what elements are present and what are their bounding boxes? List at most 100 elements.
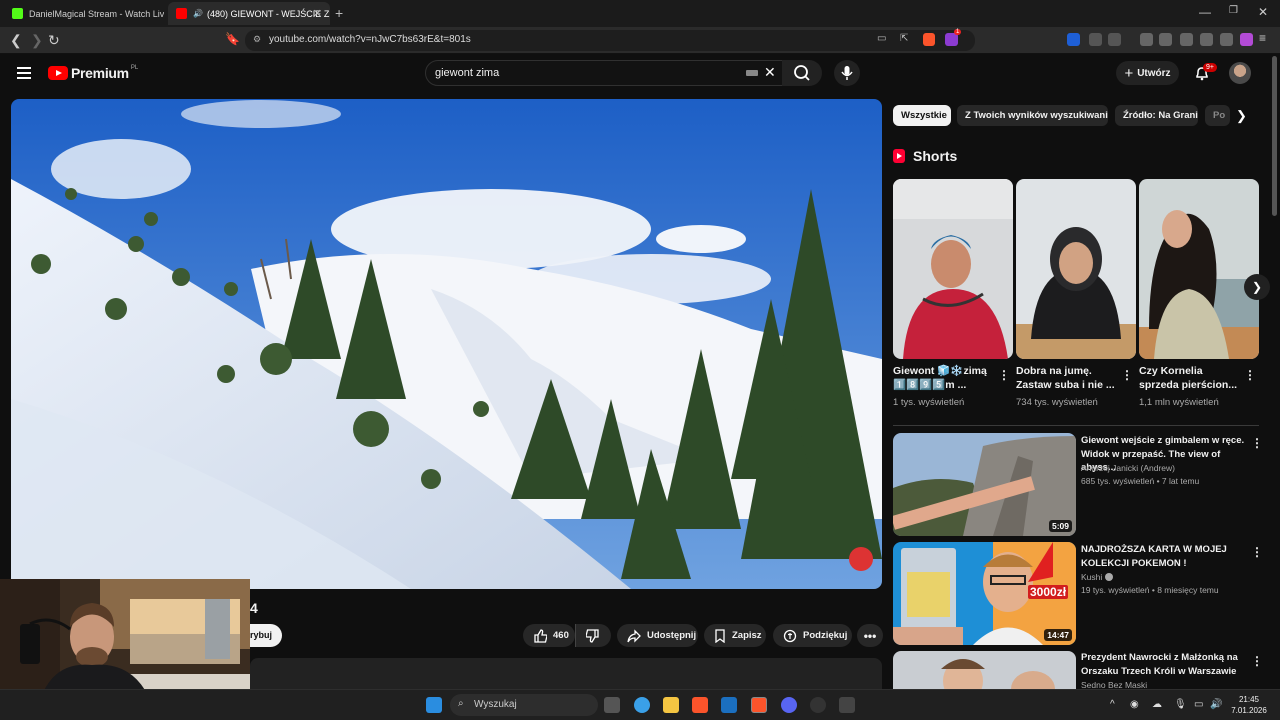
close-tab-icon[interactable]: ✕ (313, 7, 322, 20)
notification-badge: 9+ (1203, 63, 1217, 72)
rec-thumbnail[interactable] (893, 651, 1076, 689)
music-icon[interactable] (1140, 33, 1153, 46)
vpn-icon[interactable] (1220, 33, 1233, 46)
short-title[interactable]: Giewont 🧊❄️zimą 1️⃣8️⃣9️⃣5️⃣m ... (893, 364, 993, 392)
leo-ai-icon[interactable] (1200, 33, 1213, 46)
more-vert-icon[interactable]: ⋮ (1251, 654, 1263, 668)
dislike-button[interactable] (575, 624, 611, 647)
more-vert-icon[interactable]: ⋮ (998, 368, 1010, 382)
volume-icon[interactable]: 🔊 (1210, 699, 1222, 710)
keyboard-icon[interactable] (746, 70, 758, 76)
share-label: Udostępnij (647, 630, 697, 641)
shorts-next-button[interactable]: ❯ (1244, 274, 1270, 300)
page-scrollbar[interactable] (1272, 56, 1277, 216)
youtube-premium-logo[interactable]: Premium PL (48, 65, 138, 81)
shorts-heading: Shorts (893, 148, 957, 164)
close-window-icon[interactable]: ✕ (1258, 5, 1268, 19)
taskbar-clock[interactable]: 21:45 7.01.2026 (1226, 694, 1272, 716)
short-thumbnail[interactable] (1016, 179, 1136, 359)
tab-youtube[interactable]: 🔊 (480) GIEWONT - WEJŚCIE ZI ✕ (168, 2, 330, 25)
brave-shields-icon[interactable] (923, 33, 935, 46)
start-button-icon[interactable] (426, 697, 442, 713)
new-tab-icon[interactable]: + (335, 5, 343, 21)
extension-new-icon[interactable] (1067, 33, 1080, 46)
reload-icon[interactable]: ↻ (48, 32, 60, 49)
chevron-right-icon[interactable]: ❯ (1236, 108, 1247, 124)
rec-thumbnail[interactable]: 5:09 (893, 433, 1076, 536)
chip-more[interactable]: Po (1205, 105, 1230, 126)
more-vert-icon[interactable]: ⋮ (1121, 368, 1133, 382)
screenshot-icon[interactable] (1108, 33, 1121, 46)
site-info-icon[interactable]: ⚙ (253, 34, 261, 45)
brave-active-icon[interactable] (751, 697, 767, 713)
sidebar-icon[interactable] (1159, 33, 1172, 46)
discord-icon[interactable] (781, 697, 797, 713)
logo-text: Premium (71, 65, 129, 81)
more-actions-button[interactable]: ••• (857, 624, 883, 647)
video-player[interactable] (11, 99, 882, 589)
back-icon[interactable]: ❮ (10, 32, 22, 49)
search-input[interactable]: giewont zima ✕ (425, 60, 783, 86)
copilot-icon[interactable] (634, 697, 650, 713)
store-icon[interactable] (721, 697, 737, 713)
rec-title[interactable]: Prezydent Nawrocki z Małżonką na Orszaku… (1081, 651, 1247, 678)
rec-thumbnail[interactable]: 3000zł 14:47 (893, 542, 1076, 645)
url-field[interactable]: ⚙ youtube.com/watch?v=nJwC7bs63rE&t=801s… (245, 29, 975, 51)
bookmark-icon[interactable]: 🔖 (225, 32, 240, 46)
short-title[interactable]: Czy Kornelia sprzeda pierścion... (1139, 364, 1239, 392)
save-bookmark-icon (715, 628, 725, 643)
tab-label: DanielMagical Stream - Watch Live o (29, 8, 164, 19)
description-box[interactable] (250, 658, 882, 690)
microphone-icon[interactable]: 🎙 (1174, 699, 1187, 710)
rec-meta: 19 tys. wyświetleń • 8 miesięcy temu (1081, 585, 1219, 595)
more-vert-icon[interactable]: ⋮ (1251, 545, 1263, 559)
share-page-icon[interactable]: ⇱ (900, 33, 908, 44)
app-icon[interactable] (839, 697, 855, 713)
short-thumbnail[interactable] (1139, 179, 1259, 359)
more-vert-icon[interactable]: ⋮ (1244, 368, 1256, 382)
short-thumbnail[interactable] (893, 179, 1013, 359)
more-vert-icon[interactable]: ⋮ (1251, 436, 1263, 450)
browser-tab-strip: DanielMagical Stream - Watch Live o 🔊 (4… (0, 0, 1280, 27)
file-explorer-icon[interactable] (663, 697, 679, 713)
short-title[interactable]: Dobra na jumę. Zastaw suba i nie ... (1016, 364, 1116, 392)
tray-overflow-icon[interactable]: ^ (1110, 699, 1115, 710)
share-button[interactable]: Udostępnij (617, 624, 698, 647)
user-avatar[interactable] (1229, 62, 1251, 84)
profile-extension-icon[interactable] (1240, 33, 1253, 46)
tab-stream[interactable]: DanielMagical Stream - Watch Live o (4, 2, 164, 25)
save-button[interactable]: Zapisz (704, 624, 766, 647)
cast-icon[interactable]: ▭ (877, 33, 886, 44)
tray-cloud-icon[interactable]: ☁ (1152, 699, 1162, 710)
rec-channel[interactable]: Kushi (1081, 572, 1114, 582)
thanks-button[interactable]: Podziękuj (773, 624, 852, 647)
rec-channel[interactable]: Andrzej Janicki (Andrew) (1081, 463, 1175, 473)
shorts-icon (893, 149, 905, 163)
rec-title[interactable]: NAJDROŻSZA KARTA W MOJEJ KOLEKCJI POKEMO… (1081, 543, 1247, 570)
puzzle-icon[interactable] (1089, 33, 1102, 46)
like-button[interactable]: 460 (523, 624, 575, 647)
restore-icon[interactable]: ❐ (1229, 5, 1238, 16)
create-button[interactable]: + Utwórz (1116, 61, 1179, 85)
brave-browser-icon[interactable] (692, 697, 708, 713)
obs-icon[interactable] (810, 697, 826, 713)
clear-search-icon[interactable]: ✕ (764, 64, 776, 81)
youtube-watermark-icon[interactable] (849, 547, 873, 571)
minimize-icon[interactable]: — (1199, 5, 1211, 19)
voice-search-button[interactable] (834, 60, 860, 86)
menu-icon[interactable]: ≡ (1259, 31, 1272, 45)
audio-icon[interactable]: 🔊 (193, 9, 203, 18)
search-button[interactable] (782, 60, 822, 86)
short-views: 1,1 mln wyświetleń (1139, 397, 1219, 408)
chip-from-search[interactable]: Z Twoich wyników wyszukiwania (957, 105, 1108, 126)
task-view-icon[interactable] (604, 697, 620, 713)
chip-source[interactable]: Źródło: Na Grani (1115, 105, 1198, 126)
forward-icon[interactable]: ❯ (31, 32, 43, 49)
taskbar-search[interactable]: ⌕ Wyszukaj (450, 694, 598, 716)
thumbs-down-icon (586, 628, 599, 643)
wallet-icon[interactable] (1180, 33, 1193, 46)
tray-app-icon[interactable]: ◉ (1130, 699, 1139, 710)
chip-all[interactable]: Wszystkie (893, 105, 951, 126)
network-icon[interactable]: ▭ (1194, 699, 1203, 710)
hamburger-menu-icon[interactable] (17, 67, 31, 79)
